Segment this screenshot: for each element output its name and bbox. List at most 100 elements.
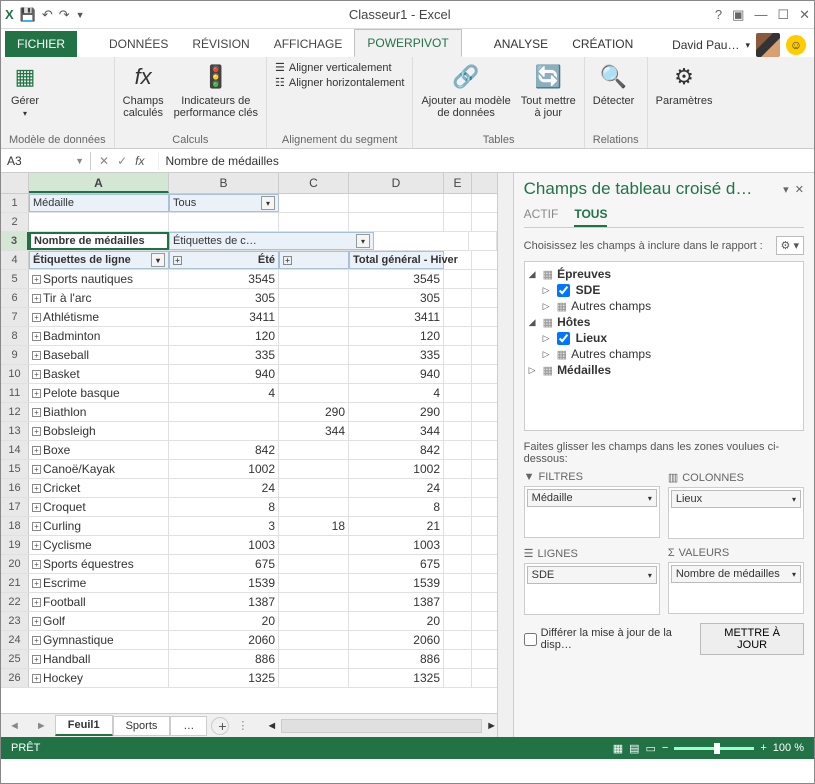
pivot-row-item[interactable]: +Canoë/Kayak [29, 460, 169, 478]
zoom-level[interactable]: 100 % [773, 742, 804, 754]
cell[interactable] [444, 365, 472, 383]
cell[interactable] [444, 308, 472, 326]
cell[interactable]: 675 [169, 555, 279, 573]
cell[interactable] [279, 365, 349, 383]
cell[interactable] [169, 422, 279, 440]
row-header[interactable]: 12 [1, 403, 29, 421]
feedback-icon[interactable]: ☺ [786, 35, 806, 55]
select-all-corner[interactable] [1, 173, 29, 193]
cell[interactable]: 3411 [349, 308, 444, 326]
cell[interactable] [444, 403, 472, 421]
update-button[interactable]: METTRE À JOUR [700, 623, 804, 655]
cell[interactable] [279, 631, 349, 649]
zone-columns[interactable]: ▥COLONNES Lieux▾ [668, 471, 804, 539]
row-header[interactable]: 16 [1, 479, 29, 497]
cell[interactable]: 344 [279, 422, 349, 440]
cell[interactable]: 120 [349, 327, 444, 345]
cell[interactable] [279, 612, 349, 630]
table-medailles[interactable]: Médailles [557, 363, 611, 377]
fx-icon[interactable]: fx [135, 154, 150, 168]
row-header[interactable]: 21 [1, 574, 29, 592]
table-epreuves[interactable]: Épreuves [557, 267, 611, 281]
cell[interactable]: 290 [279, 403, 349, 421]
add-to-model-button[interactable]: 🔗 Ajouter au modèle de données [421, 61, 510, 119]
field-sde[interactable]: SDE [576, 283, 601, 297]
row-header[interactable]: 22 [1, 593, 29, 611]
align-horizontal-button[interactable]: ☷Aligner horizontalement [275, 76, 404, 89]
cell[interactable] [279, 441, 349, 459]
zoom-slider[interactable] [674, 747, 754, 750]
pivot-row-item[interactable]: +Escrime [29, 574, 169, 592]
other-fields[interactable]: Autres champs [571, 347, 651, 361]
formula-input[interactable]: Nombre de médailles [158, 152, 814, 170]
zoom-out-icon[interactable]: − [662, 742, 668, 754]
cell[interactable]: 18 [279, 517, 349, 535]
cell[interactable]: 120 [169, 327, 279, 345]
cell[interactable] [279, 479, 349, 497]
pivot-row-item[interactable]: +Sports équestres [29, 555, 169, 573]
cell[interactable] [444, 517, 472, 535]
row-header[interactable]: 6 [1, 289, 29, 307]
cell[interactable]: 24 [349, 479, 444, 497]
cell[interactable]: 305 [169, 289, 279, 307]
row-header[interactable]: 26 [1, 669, 29, 687]
column-item[interactable]: Lieux▾ [671, 490, 801, 508]
pivot-row-item[interactable]: +Tir à l'arc [29, 289, 169, 307]
row-header[interactable]: 25 [1, 650, 29, 668]
name-box[interactable]: A3 ▼ [1, 152, 91, 170]
col-header-b[interactable]: B [169, 173, 279, 193]
row-header[interactable]: 1 [1, 194, 29, 212]
cell[interactable] [444, 479, 472, 497]
filter-item[interactable]: Médaille▾ [527, 489, 657, 507]
tab-donnees[interactable]: DONNÉES [97, 31, 180, 57]
pivot-row-item[interactable]: +Baseball [29, 346, 169, 364]
tp-tab-tous[interactable]: TOUS [574, 203, 607, 227]
row-header[interactable]: 24 [1, 631, 29, 649]
cell[interactable]: 290 [349, 403, 444, 421]
cell[interactable]: 344 [349, 422, 444, 440]
save-icon[interactable]: 💾 [20, 7, 36, 23]
cell[interactable]: 842 [349, 441, 444, 459]
sheet-nav-prev[interactable]: ◄ [1, 720, 28, 732]
pivot-col-ete[interactable]: +Été [169, 251, 279, 269]
cell[interactable] [444, 669, 472, 687]
row-header[interactable]: 15 [1, 460, 29, 478]
pivot-row-label[interactable]: Étiquettes de ligne▾ [29, 251, 169, 269]
redo-icon[interactable]: ↷ [59, 7, 70, 23]
cell[interactable]: 305 [349, 289, 444, 307]
row-header[interactable]: 20 [1, 555, 29, 573]
cell[interactable] [444, 327, 472, 345]
cell[interactable]: 1325 [169, 669, 279, 687]
row-header[interactable]: 19 [1, 536, 29, 554]
pivot-col-total[interactable]: Total général - Hiver [349, 251, 444, 269]
pivot-row-item[interactable]: +Basket [29, 365, 169, 383]
horizontal-scrollbar[interactable]: ◄► [256, 719, 497, 733]
cell[interactable] [279, 555, 349, 573]
cell[interactable]: 1387 [169, 593, 279, 611]
table-hotes[interactable]: Hôtes [557, 315, 590, 329]
cell[interactable] [279, 460, 349, 478]
pivot-row-item[interactable]: +Cyclisme [29, 536, 169, 554]
row-header[interactable]: 11 [1, 384, 29, 402]
field-lieux[interactable]: Lieux [576, 331, 607, 345]
pivot-row-item[interactable]: +Hockey [29, 669, 169, 687]
pivot-row-item[interactable]: +Golf [29, 612, 169, 630]
cell[interactable] [444, 536, 472, 554]
cancel-icon[interactable]: ✕ [99, 154, 109, 168]
row-header[interactable]: 7 [1, 308, 29, 326]
row-header[interactable]: 14 [1, 441, 29, 459]
cell[interactable]: 3545 [349, 270, 444, 288]
cell[interactable]: 2060 [169, 631, 279, 649]
row-header[interactable]: 8 [1, 327, 29, 345]
pivot-row-item[interactable]: +Curling [29, 517, 169, 535]
cell[interactable] [279, 384, 349, 402]
cell[interactable] [279, 669, 349, 687]
pivot-col-label[interactable]: Étiquettes de c…▾ [169, 232, 374, 250]
cell[interactable]: 1003 [169, 536, 279, 554]
cell[interactable] [444, 346, 472, 364]
pivot-row-item[interactable]: +Athlétisme [29, 308, 169, 326]
cell[interactable] [444, 498, 472, 516]
cell[interactable]: 2060 [349, 631, 444, 649]
cell[interactable]: 1539 [169, 574, 279, 592]
cell[interactable] [444, 593, 472, 611]
